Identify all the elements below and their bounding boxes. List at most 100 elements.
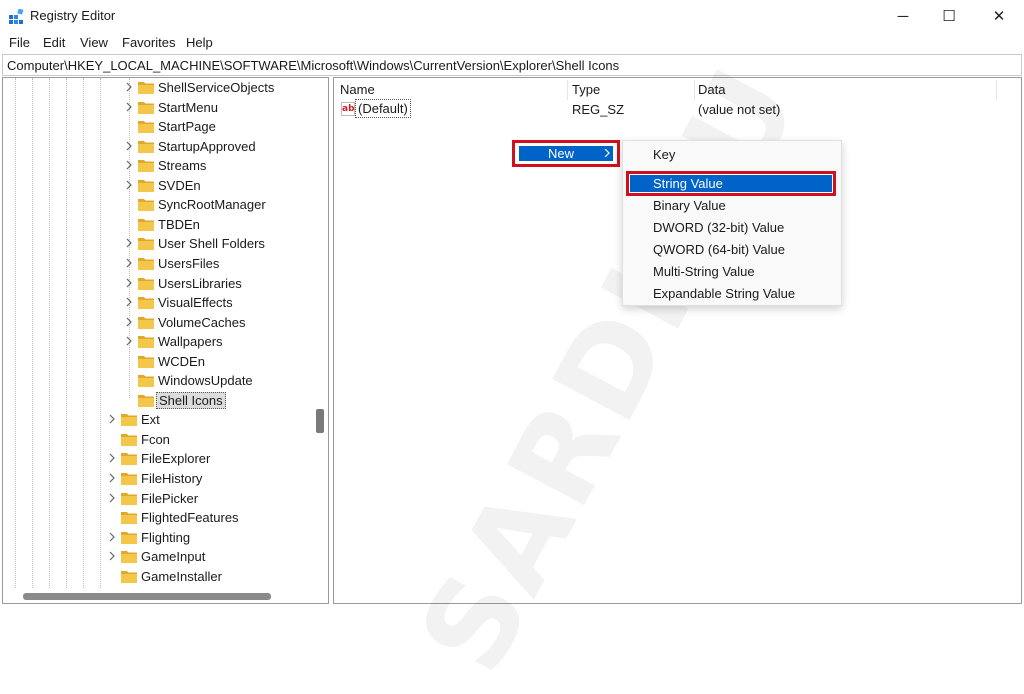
submenu-item-multi-string-value[interactable]: Multi-String Value [653, 264, 755, 279]
tree-item[interactable]: UsersFiles [3, 254, 313, 273]
registry-editor-icon [9, 9, 24, 24]
column-separator[interactable] [996, 80, 997, 100]
tree-item[interactable]: TBDEn [3, 215, 313, 234]
tree-item-label: FilePicker [141, 490, 199, 506]
chevron-right-icon[interactable] [125, 159, 134, 171]
column-header-data[interactable]: Data [698, 82, 725, 97]
tree-item[interactable]: StartMenu [3, 98, 313, 117]
tree-item[interactable]: FilePicker [3, 489, 313, 508]
chevron-right-icon[interactable] [125, 316, 134, 328]
minimize-button[interactable]: ─ [880, 0, 926, 32]
column-header-name[interactable]: Name [340, 82, 375, 97]
submenu-item-dword-value[interactable]: DWORD (32-bit) Value [653, 220, 784, 235]
tree-item-label: FileHistory [141, 471, 203, 486]
close-button[interactable]: ✕ [976, 0, 1022, 32]
tree-item[interactable]: Shell Icons [3, 391, 313, 410]
tree-item[interactable]: VolumeCaches [3, 313, 313, 332]
tree-item[interactable]: Ext [3, 410, 313, 429]
tree-item-label: GameInput [141, 549, 206, 565]
submenu-item-string-value[interactable]: String Value [630, 175, 832, 192]
tree-item[interactable]: FileHistory [3, 469, 313, 488]
folder-icon [138, 82, 154, 94]
context-menu-new[interactable]: New [519, 146, 613, 161]
context-menu-new-label: New [548, 146, 575, 161]
folder-icon [138, 140, 154, 153]
submenu-item-key[interactable]: Key [653, 147, 675, 162]
folder-icon [138, 355, 154, 368]
folder-icon [138, 101, 154, 114]
tree-vertical-scrollbar[interactable] [316, 409, 324, 433]
chevron-right-icon [604, 149, 610, 157]
tree-item[interactable]: Fcon [3, 430, 313, 449]
tree-item[interactable]: FileExplorer [3, 449, 313, 468]
tree-item[interactable]: WindowsUpdate [3, 371, 313, 390]
tree-item[interactable]: StartupApproved [3, 137, 313, 156]
tree-item-label: StartupApproved [158, 138, 256, 154]
folder-icon [138, 375, 154, 388]
tree-item-label: Shell Icons [156, 391, 226, 409]
column-separator[interactable] [567, 80, 568, 100]
tree-item-label: WindowsUpdate [158, 373, 253, 389]
chevron-right-icon[interactable] [125, 257, 134, 269]
window-title: Registry Editor [30, 8, 116, 23]
column-header-type[interactable]: Type [572, 82, 600, 97]
menu-favorites[interactable]: Favorites [122, 35, 175, 50]
chevron-right-icon[interactable] [108, 550, 117, 562]
tree-item-label: VisualEffects [158, 295, 233, 311]
tree-item[interactable]: WCDEn [3, 352, 313, 371]
tree-item[interactable]: VisualEffects [3, 293, 313, 312]
submenu-item-string-value-label: String Value [653, 176, 723, 191]
chevron-right-icon[interactable] [108, 413, 117, 425]
tree-item[interactable]: Wallpapers [3, 332, 313, 351]
tree-item-label: Wallpapers [158, 334, 223, 350]
folder-icon [121, 492, 137, 505]
tree-item[interactable]: StartPage [3, 117, 313, 136]
folder-icon [138, 218, 154, 231]
menu-help[interactable]: Help [186, 35, 213, 50]
tree-item[interactable]: Flighting [3, 528, 313, 547]
chevron-right-icon[interactable] [125, 237, 134, 249]
folder-icon [138, 277, 154, 290]
folder-icon [138, 257, 154, 270]
tree-item[interactable]: User Shell Folders [3, 234, 313, 253]
chevron-right-icon[interactable] [108, 452, 117, 464]
menu-bar: File Edit View Favorites Help [0, 33, 1024, 53]
tree-horizontal-scrollbar[interactable] [23, 593, 271, 600]
submenu-item-qword-value[interactable]: QWORD (64-bit) Value [653, 242, 785, 257]
maximize-button[interactable]: ☐ [926, 0, 972, 32]
menu-file[interactable]: File [9, 35, 30, 50]
tree-item[interactable]: GameInput [3, 547, 313, 566]
tree-item-label: SyncRootManager [158, 197, 266, 213]
registry-tree[interactable]: ShellServiceObjects StartMenu StartPage Sta… [2, 77, 329, 604]
tree-item-label: TBDEn [158, 216, 200, 232]
chevron-right-icon[interactable] [108, 472, 117, 484]
chevron-right-icon[interactable] [125, 81, 134, 93]
chevron-right-icon[interactable] [125, 101, 134, 113]
tree-item[interactable]: SyncRootManager [3, 195, 313, 214]
menu-view[interactable]: View [80, 35, 108, 50]
chevron-right-icon[interactable] [125, 140, 134, 152]
tree-item[interactable]: SVDEn [3, 176, 313, 195]
submenu-item-expandable-string-value[interactable]: Expandable String Value [653, 286, 795, 301]
address-bar[interactable]: Computer\HKEY_LOCAL_MACHINE\SOFTWARE\Mic… [2, 54, 1022, 76]
chevron-right-icon[interactable] [108, 531, 117, 543]
tree-item[interactable]: ShellServiceObjects [3, 78, 313, 97]
folder-icon [121, 551, 137, 564]
tree-item[interactable]: FlightedFeatures [3, 508, 313, 527]
chevron-right-icon[interactable] [108, 492, 117, 504]
menu-edit[interactable]: Edit [43, 35, 65, 50]
submenu-item-binary-value[interactable]: Binary Value [653, 198, 726, 213]
tree-item-label: FlightedFeatures [141, 510, 239, 526]
tree-item[interactable]: GameInstaller [3, 567, 313, 586]
chevron-right-icon[interactable] [125, 179, 134, 191]
tree-item-label: UsersFiles [158, 255, 220, 271]
folder-icon [138, 121, 154, 134]
chevron-right-icon[interactable] [125, 296, 134, 308]
chevron-right-icon[interactable] [125, 335, 134, 347]
chevron-right-icon[interactable] [125, 277, 134, 289]
tree-item-label: Streams [158, 158, 207, 174]
tree-item[interactable]: Streams [3, 156, 313, 175]
folder-icon [138, 179, 154, 192]
column-separator[interactable] [694, 80, 695, 100]
tree-item[interactable]: UsersLibraries [3, 274, 313, 293]
